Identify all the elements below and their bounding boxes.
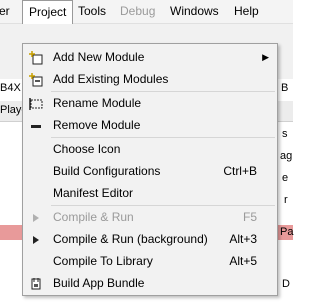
bundle-icon: [29, 276, 43, 290]
submenu-arrow-icon: ▶: [262, 52, 269, 62]
menu-debug[interactable]: Debug: [114, 0, 161, 23]
play-icon: [29, 210, 43, 224]
project-menu: Add New Module ▶ Add Existing Modules Re…: [22, 43, 278, 296]
menu-item-choose-icon[interactable]: Choose Icon: [23, 138, 277, 160]
remove-module-icon: [29, 118, 43, 132]
right-fragment-6: Pa: [280, 226, 294, 238]
menu-item-manifest-editor[interactable]: Manifest Editor: [23, 182, 277, 204]
right-fragment-7: D: [282, 278, 290, 290]
menu-view[interactable]: er: [0, 0, 16, 23]
right-fragment-4: e: [282, 172, 289, 184]
menu-tools[interactable]: Tools: [72, 0, 112, 23]
toolbar-fragment: B4X: [0, 82, 21, 94]
menu-windows[interactable]: Windows: [164, 0, 225, 23]
right-fragment-5: r: [284, 194, 288, 206]
right-fragment-2: s: [282, 128, 288, 140]
play-icon: [29, 232, 43, 246]
add-new-module-icon: [29, 50, 43, 65]
right-fragment-1: B: [281, 82, 289, 94]
menu-item-compile-run[interactable]: Compile & Run F5: [23, 206, 277, 228]
right-fragment-3: ag: [280, 150, 293, 162]
rename-module-icon: [29, 96, 43, 110]
menu-item-remove-module[interactable]: Remove Module: [23, 114, 277, 136]
menu-item-build-configurations[interactable]: Build Configurations Ctrl+B: [23, 160, 277, 182]
menu-item-add-new-module[interactable]: Add New Module ▶: [23, 46, 277, 68]
menu-bar: er Project Tools Debug Windows Help: [0, 0, 293, 24]
menu-item-compile-to-library[interactable]: Compile To Library Alt+5: [23, 250, 277, 272]
menu-help[interactable]: Help: [228, 0, 265, 23]
menu-item-add-existing-modules[interactable]: Add Existing Modules: [23, 68, 277, 90]
menu-project[interactable]: Project: [22, 0, 74, 24]
menu-item-build-app-bundle[interactable]: Build App Bundle: [23, 272, 277, 294]
menu-item-rename-module[interactable]: Rename Module: [23, 92, 277, 114]
add-existing-modules-icon: [29, 72, 43, 87]
menu-item-compile-run-background[interactable]: Compile & Run (background) Alt+3: [23, 228, 277, 250]
